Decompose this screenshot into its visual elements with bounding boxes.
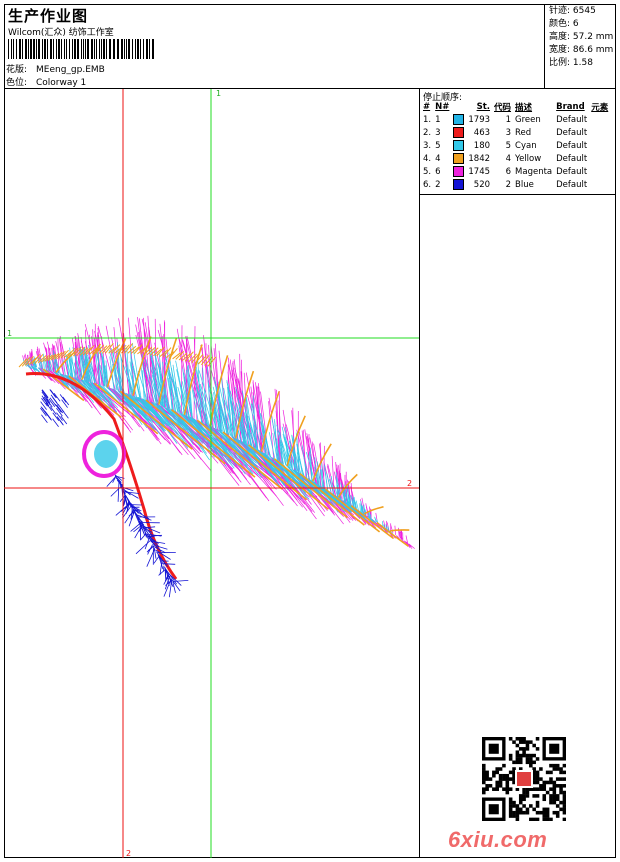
col-index: #: [421, 101, 433, 113]
stat-height: 高度: 57.2 mm: [549, 31, 616, 44]
row-index: 4.: [421, 152, 433, 165]
row-number: 6: [433, 165, 451, 178]
guide-label-green-v: 1: [216, 89, 221, 98]
qr-code-icon: [482, 737, 566, 821]
colorway-label: 色位:: [6, 75, 36, 88]
color-swatch: [453, 127, 464, 138]
color-swatch: [453, 114, 464, 125]
row-index: 3.: [421, 139, 433, 152]
guide-label-red-v: 2: [126, 849, 131, 858]
row-index: 5.: [421, 165, 433, 178]
design-row: 花版:MEeng_gp.EMB: [6, 62, 105, 75]
stat-stitches: 针迹: 6545: [549, 5, 616, 18]
color-row: 6.25202BlueDefault: [421, 178, 610, 191]
guide-label-red-h: 2: [407, 479, 412, 488]
row-desc: Cyan: [513, 139, 554, 152]
row-brand: Default: [554, 178, 589, 191]
header: 生产作业图 Wilcom(汇众) 纺饰工作室 花版:MEeng_gp.EMB 色…: [4, 4, 616, 89]
row-number: 4: [433, 152, 451, 165]
color-swatch-cell: [451, 152, 466, 165]
row-code: 4: [492, 152, 513, 165]
colorway-value: Colorway 1: [36, 78, 86, 88]
row-number: 5: [433, 139, 451, 152]
row-desc: Green: [513, 113, 554, 126]
barcode-icon: [8, 39, 154, 59]
row-stitches: 1745: [466, 165, 492, 178]
color-swatch: [453, 166, 464, 177]
row-stitches: 1842: [466, 152, 492, 165]
stat-colors: 颜色: 6: [549, 18, 616, 31]
row-brand: Default: [554, 152, 589, 165]
color-row: 5.617456MagentaDefault: [421, 165, 610, 178]
color-swatch-cell: [451, 126, 466, 139]
stat-scale: 比例: 1.58: [549, 57, 616, 70]
row-desc: Yellow: [513, 152, 554, 165]
design-stats: 针迹: 6545 颜色: 6 高度: 57.2 mm 宽度: 86.6 mm 比…: [544, 4, 616, 88]
col-brand: Brand: [554, 101, 589, 113]
guide-label-green-h: 1: [7, 329, 12, 338]
row-number: 2: [433, 178, 451, 191]
row-desc: Magenta: [513, 165, 554, 178]
row-desc: Blue: [513, 178, 554, 191]
color-swatch-cell: [451, 139, 466, 152]
col-number: N#: [433, 101, 451, 113]
row-number: 3: [433, 126, 451, 139]
color-swatch: [453, 179, 464, 190]
color-row: 1.117931GreenDefault: [421, 113, 610, 126]
color-swatch: [453, 140, 464, 151]
color-swatch-cell: [451, 165, 466, 178]
color-swatch: [453, 153, 464, 164]
row-brand: Default: [554, 113, 589, 126]
company-name: Wilcom(汇众) 纺饰工作室: [8, 25, 114, 38]
col-code: 代码: [492, 101, 513, 113]
color-row: 3.51805CyanDefault: [421, 139, 610, 152]
row-element: [589, 139, 610, 152]
design-canvas: 1 1 2 2: [4, 89, 419, 858]
color-row: 4.418424YellowDefault: [421, 152, 610, 165]
panel-divider: [420, 194, 616, 195]
row-index: 6.: [421, 178, 433, 191]
row-brand: Default: [554, 126, 589, 139]
row-element: [589, 178, 610, 191]
stat-width: 宽度: 86.6 mm: [549, 44, 616, 57]
row-element: [589, 165, 610, 178]
col-element: 元素: [589, 101, 610, 113]
stop-sequence-panel: 停止顺序: # N# St. 代码 描述 Brand 元素 1.117931Gr…: [419, 89, 616, 858]
row-element: [589, 113, 610, 126]
row-stitches: 1793: [466, 113, 492, 126]
colorway-row: 色位:Colorway 1: [6, 75, 86, 88]
design-label: 花版:: [6, 62, 36, 75]
col-swatch: [451, 101, 466, 113]
color-swatch-cell: [451, 113, 466, 126]
color-table: # N# St. 代码 描述 Brand 元素 1.117931GreenDef…: [421, 101, 610, 191]
color-table-header: # N# St. 代码 描述 Brand 元素: [421, 101, 610, 113]
row-code: 5: [492, 139, 513, 152]
row-code: 2: [492, 178, 513, 191]
row-number: 1: [433, 113, 451, 126]
row-stitches: 180: [466, 139, 492, 152]
row-desc: Red: [513, 126, 554, 139]
embroidery-preview: 1 1 2 2: [4, 89, 419, 858]
row-code: 6: [492, 165, 513, 178]
row-index: 2.: [421, 126, 433, 139]
col-desc: 描述: [513, 101, 554, 113]
color-swatch-cell: [451, 178, 466, 191]
row-stitches: 463: [466, 126, 492, 139]
design-value: MEeng_gp.EMB: [36, 65, 105, 75]
row-stitches: 520: [466, 178, 492, 191]
page-title: 生产作业图: [8, 5, 88, 26]
col-stitches: St.: [466, 101, 492, 113]
color-row: 2.34633RedDefault: [421, 126, 610, 139]
row-brand: Default: [554, 139, 589, 152]
embroidery-design: [19, 316, 415, 597]
row-index: 1.: [421, 113, 433, 126]
row-element: [589, 152, 610, 165]
row-code: 3: [492, 126, 513, 139]
row-brand: Default: [554, 165, 589, 178]
row-code: 1: [492, 113, 513, 126]
row-element: [589, 126, 610, 139]
watermark: 6xiu.com: [448, 827, 547, 853]
